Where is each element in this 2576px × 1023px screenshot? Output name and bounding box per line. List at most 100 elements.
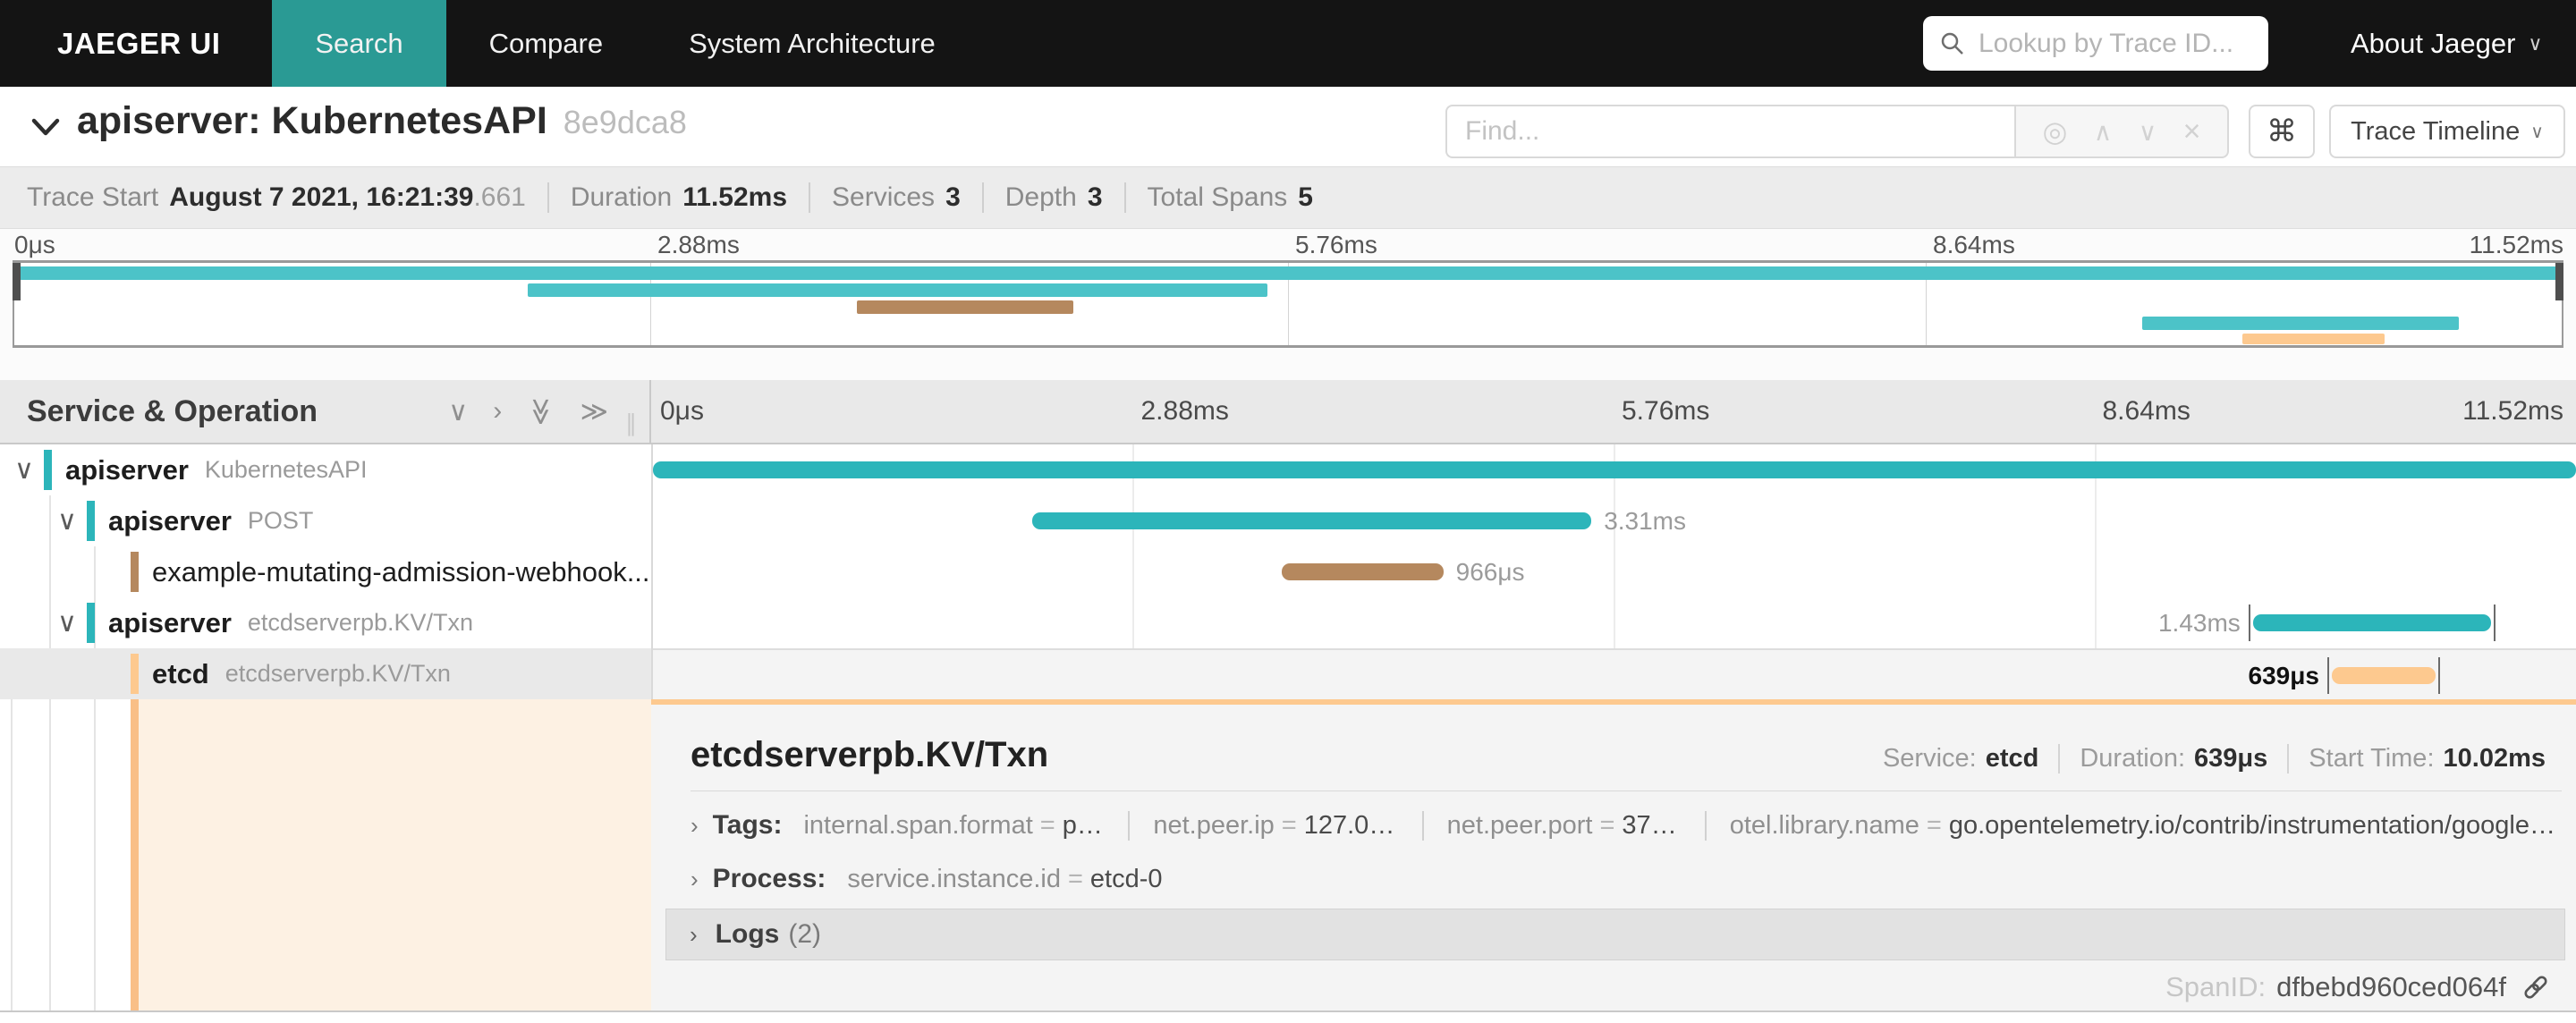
span-id-footer: SpanID: dfbebd960ced064f	[2165, 971, 2551, 1003]
service-color-stripe	[131, 654, 139, 694]
chevron-right-icon: ›	[691, 811, 699, 839]
chevron-down-icon[interactable]: ∨	[57, 597, 77, 648]
span-timeline-cell: 639μs	[653, 648, 2576, 699]
span-name-cell[interactable]: ∨ apiserver etcdserverpb.KV/Txn	[0, 597, 651, 648]
next-result-icon[interactable]: ∨	[2139, 117, 2157, 147]
span-row-apiserver-kubernetesapi: ∨ apiserver KubernetesAPI	[0, 444, 2576, 495]
detail-start-time: Start Time: 10.02ms	[2287, 744, 2546, 774]
span-bar[interactable]: 1.43ms	[2158, 604, 2496, 641]
collapse-trace-icon[interactable]	[25, 106, 66, 148]
service-name: apiserver	[65, 453, 189, 486]
process-item: service.instance.id = etcd-0	[847, 864, 1163, 893]
summary-depth: Depth 3	[981, 182, 1103, 213]
nav-tab-system-architecture[interactable]: System Architecture	[646, 0, 979, 87]
chevron-down-icon[interactable]: ∨	[57, 495, 77, 546]
span-detail-left-gutter	[0, 699, 651, 1010]
view-selector-button[interactable]: Trace Timeline ∨	[2329, 105, 2565, 158]
tag-item: otel.library.name = go.opentelemetry.io/co…	[1704, 810, 2562, 841]
trace-title: apiserver: KubernetesAPI 8e9dca8	[77, 99, 687, 142]
span-name-cell[interactable]: ∨ apiserver POST	[0, 495, 651, 546]
expand-all-icon[interactable]: ≫	[580, 396, 608, 427]
collapse-one-icon[interactable]: ∨	[448, 396, 468, 427]
service-name: etcd	[152, 657, 209, 689]
detail-duration: Duration: 639μs	[2058, 744, 2267, 774]
locate-span-icon[interactable]: ◎	[2042, 114, 2067, 148]
operation-name: etcdserverpb.KV/Txn	[247, 609, 474, 636]
chevron-right-icon: ›	[691, 865, 699, 892]
span-detail-panel: etcdserverpb.KV/Txn Service: etcd Duratio…	[651, 699, 2576, 1010]
timeline-ruler: 0μs 2.88ms 5.76ms 8.64ms 11.52ms	[660, 396, 2563, 426]
collapse-all-icon[interactable]: ≫	[525, 397, 556, 425]
service-name: apiserver	[108, 606, 232, 638]
span-bar[interactable]: 639μs	[2249, 657, 2441, 694]
clear-search-icon[interactable]: ×	[2183, 114, 2201, 149]
chevron-down-icon: ∨	[2530, 122, 2544, 142]
selected-span-fill	[139, 699, 651, 1010]
detail-operation-name: etcdserverpb.KV/Txn	[691, 735, 1049, 774]
prev-result-icon[interactable]: ∧	[2094, 117, 2113, 147]
service-color-stripe	[87, 603, 95, 643]
app-logo[interactable]: JAEGER UI	[0, 0, 272, 87]
service-color-stripe	[131, 552, 139, 592]
link-icon[interactable]	[2521, 972, 2551, 1002]
tree-guide-line	[49, 699, 51, 1010]
service-name: apiserver	[108, 504, 232, 537]
minimap-left-drag-handle[interactable]	[13, 263, 21, 300]
span-bar[interactable]: 3.31ms	[1031, 509, 1686, 534]
summary-trace-start: Trace Start August 7 2021, 16:21:39.661	[27, 182, 526, 212]
minimap-canvas[interactable]	[13, 260, 2563, 348]
trace-id-lookup-input[interactable]	[1979, 28, 2252, 59]
span-row-apiserver-etcd-txn: ∨ apiserver etcdserverpb.KV/Txn 1.43ms	[0, 597, 2576, 648]
selected-span-color-stripe	[131, 699, 139, 1010]
span-duration-label: 966μs	[1455, 558, 1525, 586]
service-color-stripe	[87, 501, 95, 541]
span-timeline-cell: 966μs	[653, 546, 2576, 597]
minimap-span-bar	[2142, 317, 2460, 330]
span-row-webhook: example-mutating-admission-webhook... 96…	[0, 546, 2576, 597]
span-name-cell[interactable]: etcd etcdserverpb.KV/Txn	[0, 648, 651, 699]
minimap-span-bar	[13, 266, 2563, 280]
about-jaeger-menu[interactable]: About Jaeger ∨	[2351, 0, 2543, 87]
span-table-header: Service & Operation ∨ › ≫ ≫ ∥ 0μs 2.88ms…	[0, 380, 2576, 444]
chevron-down-icon[interactable]: ∨	[14, 444, 34, 495]
span-timeline-cell	[653, 444, 2576, 495]
summary-services: Services 3	[809, 182, 961, 213]
trace-header: apiserver: KubernetesAPI8e9dca8 ◎ ∧ ∨ × …	[0, 87, 2576, 166]
span-timeline-cell: 1.43ms	[653, 597, 2576, 648]
span-detail-row: etcdserverpb.KV/Txn Service: etcd Duratio…	[0, 699, 2576, 1010]
nav-tab-compare[interactable]: Compare	[446, 0, 647, 87]
service-color-stripe	[44, 450, 52, 490]
minimap-tick-labels: 0μs 2.88ms 5.76ms 8.64ms 11.52ms	[14, 231, 2563, 258]
operation-name: etcdserverpb.KV/Txn	[225, 660, 451, 687]
summary-total-spans: Total Spans 5	[1123, 182, 1313, 213]
find-input[interactable]	[1445, 105, 2014, 158]
tag-item: internal.span.format=proto	[803, 810, 1105, 840]
minimap-span-bar	[528, 283, 1268, 297]
chevron-down-icon: ∨	[2528, 31, 2543, 55]
minimap-right-drag-handle[interactable]	[2555, 263, 2563, 300]
span-bar[interactable]	[653, 461, 2576, 478]
column-resizer[interactable]: ∥	[625, 410, 637, 437]
detail-meta: Service: etcd Duration: 639μs Start Time: 1…	[1883, 744, 2546, 774]
command-icon: ⌘	[2267, 114, 2297, 148]
keyboard-shortcuts-button[interactable]: ⌘	[2249, 105, 2315, 158]
minimap-span-bar	[857, 300, 1074, 314]
span-duration-label: 1.43ms	[2157, 609, 2241, 637]
span-id-value: dfbebd960ced064f	[2276, 971, 2506, 1002]
tags-expander[interactable]: › Tags: internal.span.format=proto net.p…	[691, 805, 2562, 846]
span-row-etcd-txn-selected: etcd etcdserverpb.KV/Txn 639μs	[0, 648, 2576, 699]
span-rows: ∨ apiserver KubernetesAPI ∨ apiserver POST…	[0, 444, 2576, 699]
span-name-cell[interactable]: ∨ apiserver KubernetesAPI	[0, 444, 651, 495]
span-duration-label: 639μs	[2248, 662, 2319, 689]
process-expander[interactable]: › Process: service.instance.id = etcd-0	[691, 858, 2562, 900]
summary-duration: Duration 11.52ms	[547, 182, 787, 213]
logs-expander[interactable]: › Logs (2)	[665, 909, 2565, 960]
operation-name: POST	[247, 507, 314, 534]
tree-guide-line	[94, 699, 96, 1010]
span-bar[interactable]: 966μs	[1282, 560, 1525, 585]
nav-tab-search[interactable]: Search	[272, 0, 446, 87]
trace-id-lookup[interactable]	[1923, 16, 2268, 71]
expand-one-icon[interactable]: ›	[493, 396, 502, 427]
span-name-cell[interactable]: example-mutating-admission-webhook...	[0, 546, 651, 597]
